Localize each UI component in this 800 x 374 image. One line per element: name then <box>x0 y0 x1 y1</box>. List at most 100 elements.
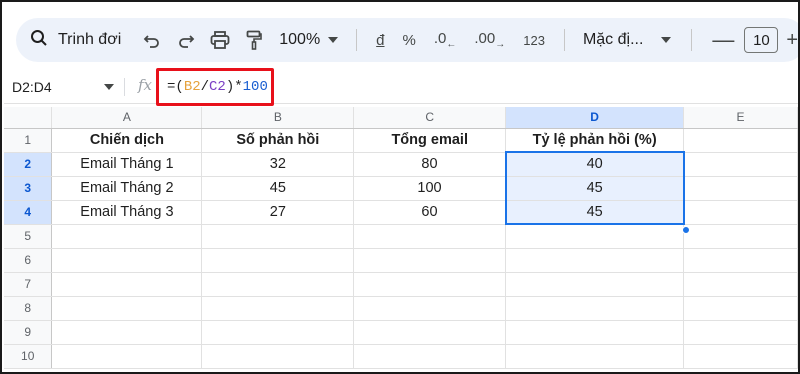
redo-button[interactable] <box>169 18 203 62</box>
zoom-select[interactable]: 100% <box>271 31 346 49</box>
cell[interactable] <box>201 296 355 321</box>
arrow-right-icon: → <box>495 39 506 50</box>
cell-c1[interactable]: Tổng email <box>353 128 507 153</box>
cell-e1[interactable] <box>683 128 798 153</box>
cell-b3[interactable]: 45 <box>201 176 355 201</box>
zoom-value: 100% <box>279 31 321 48</box>
row-header[interactable]: 3 <box>4 176 53 201</box>
cell[interactable] <box>51 344 203 369</box>
row-header[interactable]: 10 <box>4 344 53 369</box>
cell[interactable] <box>51 248 203 273</box>
cell-a4[interactable]: Email Tháng 3 <box>51 200 203 225</box>
formula-input[interactable]: =(B2/C2)* 100 <box>156 68 274 106</box>
percent-format-button[interactable]: % <box>394 32 425 49</box>
cell[interactable] <box>353 272 507 297</box>
paint-format-button[interactable] <box>237 18 271 62</box>
cell[interactable] <box>683 344 798 369</box>
cell[interactable] <box>505 224 685 249</box>
cell[interactable] <box>51 224 203 249</box>
menu-search[interactable]: Trinh đơi <box>30 18 121 62</box>
cell-a3[interactable]: Email Tháng 2 <box>51 176 203 201</box>
chevron-down-icon <box>328 37 339 43</box>
column-header-e[interactable]: E <box>683 107 798 129</box>
formula-number: 100 <box>242 79 268 95</box>
row-header[interactable]: 9 <box>4 320 53 345</box>
cell[interactable] <box>683 224 798 249</box>
cell-b2[interactable]: 32 <box>201 152 355 177</box>
number-format-button[interactable]: 123 <box>514 32 554 49</box>
cell-d2[interactable]: 40 <box>504 151 685 177</box>
cell[interactable] <box>201 344 355 369</box>
cell[interactable] <box>505 344 685 369</box>
table-row: 9 <box>4 320 798 345</box>
row-header[interactable]: 6 <box>4 248 53 273</box>
selection-fill-handle[interactable] <box>682 226 690 234</box>
cell[interactable] <box>353 224 507 249</box>
cell[interactable] <box>201 320 355 345</box>
cell[interactable] <box>353 344 507 369</box>
undo-button[interactable] <box>135 18 169 62</box>
print-button[interactable] <box>203 18 237 62</box>
cell[interactable] <box>51 320 203 345</box>
cell[interactable] <box>505 296 685 321</box>
cell[interactable] <box>505 272 685 297</box>
fx-icon: fx <box>138 76 153 94</box>
cell[interactable] <box>683 296 798 321</box>
decrease-font-size-button[interactable]: — <box>702 29 744 51</box>
cell-e3[interactable] <box>683 176 798 201</box>
cell[interactable] <box>51 272 203 297</box>
row-header[interactable]: 5 <box>4 224 53 249</box>
font-select[interactable]: Mặc đị... <box>575 31 681 49</box>
cell-e2[interactable] <box>683 152 798 177</box>
column-header-a[interactable]: A <box>51 107 203 129</box>
cell-a2[interactable]: Email Tháng 1 <box>51 152 203 177</box>
row-header[interactable]: 1 <box>4 128 53 153</box>
cell-d4[interactable]: 45 <box>504 200 685 225</box>
cell[interactable] <box>505 248 685 273</box>
currency-format-button[interactable]: đ <box>367 32 393 49</box>
formula-ref-b2: B2 <box>183 79 201 95</box>
cell[interactable] <box>683 320 798 345</box>
cell[interactable] <box>201 248 355 273</box>
cell-d1[interactable]: Tỷ lệ phản hồi (%) <box>505 128 685 153</box>
redo-icon <box>177 32 195 48</box>
cell-d3[interactable]: 45 <box>504 176 685 201</box>
cell[interactable] <box>353 248 507 273</box>
chevron-down-icon <box>661 37 672 43</box>
percent-label: % <box>402 31 416 49</box>
cell-a1[interactable]: Chiến dịch <box>51 128 203 153</box>
column-header-b[interactable]: B <box>201 107 355 129</box>
cell-c3[interactable]: 100 <box>353 176 507 201</box>
cell[interactable] <box>683 248 798 273</box>
cell-e4[interactable] <box>683 200 798 225</box>
select-all-corner[interactable] <box>4 107 53 129</box>
increase-decimal-button[interactable]: .00→ <box>465 30 514 50</box>
cell-c2[interactable]: 80 <box>353 152 507 177</box>
table-row: 2 Email Tháng 1 32 80 40 <box>4 151 798 177</box>
cell[interactable] <box>51 296 203 321</box>
cell-b4[interactable]: 27 <box>201 200 355 225</box>
cell[interactable] <box>201 224 355 249</box>
cell[interactable] <box>201 272 355 297</box>
name-box[interactable]: D2:D4 <box>12 70 114 104</box>
row-header[interactable]: 7 <box>4 272 53 297</box>
cell-c4[interactable]: 60 <box>353 200 507 225</box>
font-size-input[interactable]: 10 <box>744 27 779 53</box>
cell[interactable] <box>353 296 507 321</box>
row-header[interactable]: 2 <box>4 152 53 177</box>
column-header-row: A B C D E <box>4 107 798 129</box>
row-header[interactable]: 4 <box>4 200 53 225</box>
column-header-d[interactable]: D <box>505 107 685 129</box>
cell-b1[interactable]: Số phản hồi <box>201 128 355 153</box>
column-header-c[interactable]: C <box>353 107 507 129</box>
decrease-decimal-button[interactable]: .0← <box>425 30 466 50</box>
table-row: 3 Email Tháng 2 45 100 45 <box>4 176 798 201</box>
increase-font-size-button[interactable]: + <box>778 29 798 52</box>
table-row: 10 <box>4 344 798 369</box>
currency-label: đ <box>376 31 385 49</box>
cell[interactable] <box>505 320 685 345</box>
row-header[interactable]: 8 <box>4 296 53 321</box>
sheet-grid: A B C D E 1 Chiến dịch Số phản hồi Tổng … <box>4 107 798 369</box>
cell[interactable] <box>353 320 507 345</box>
cell[interactable] <box>683 272 798 297</box>
